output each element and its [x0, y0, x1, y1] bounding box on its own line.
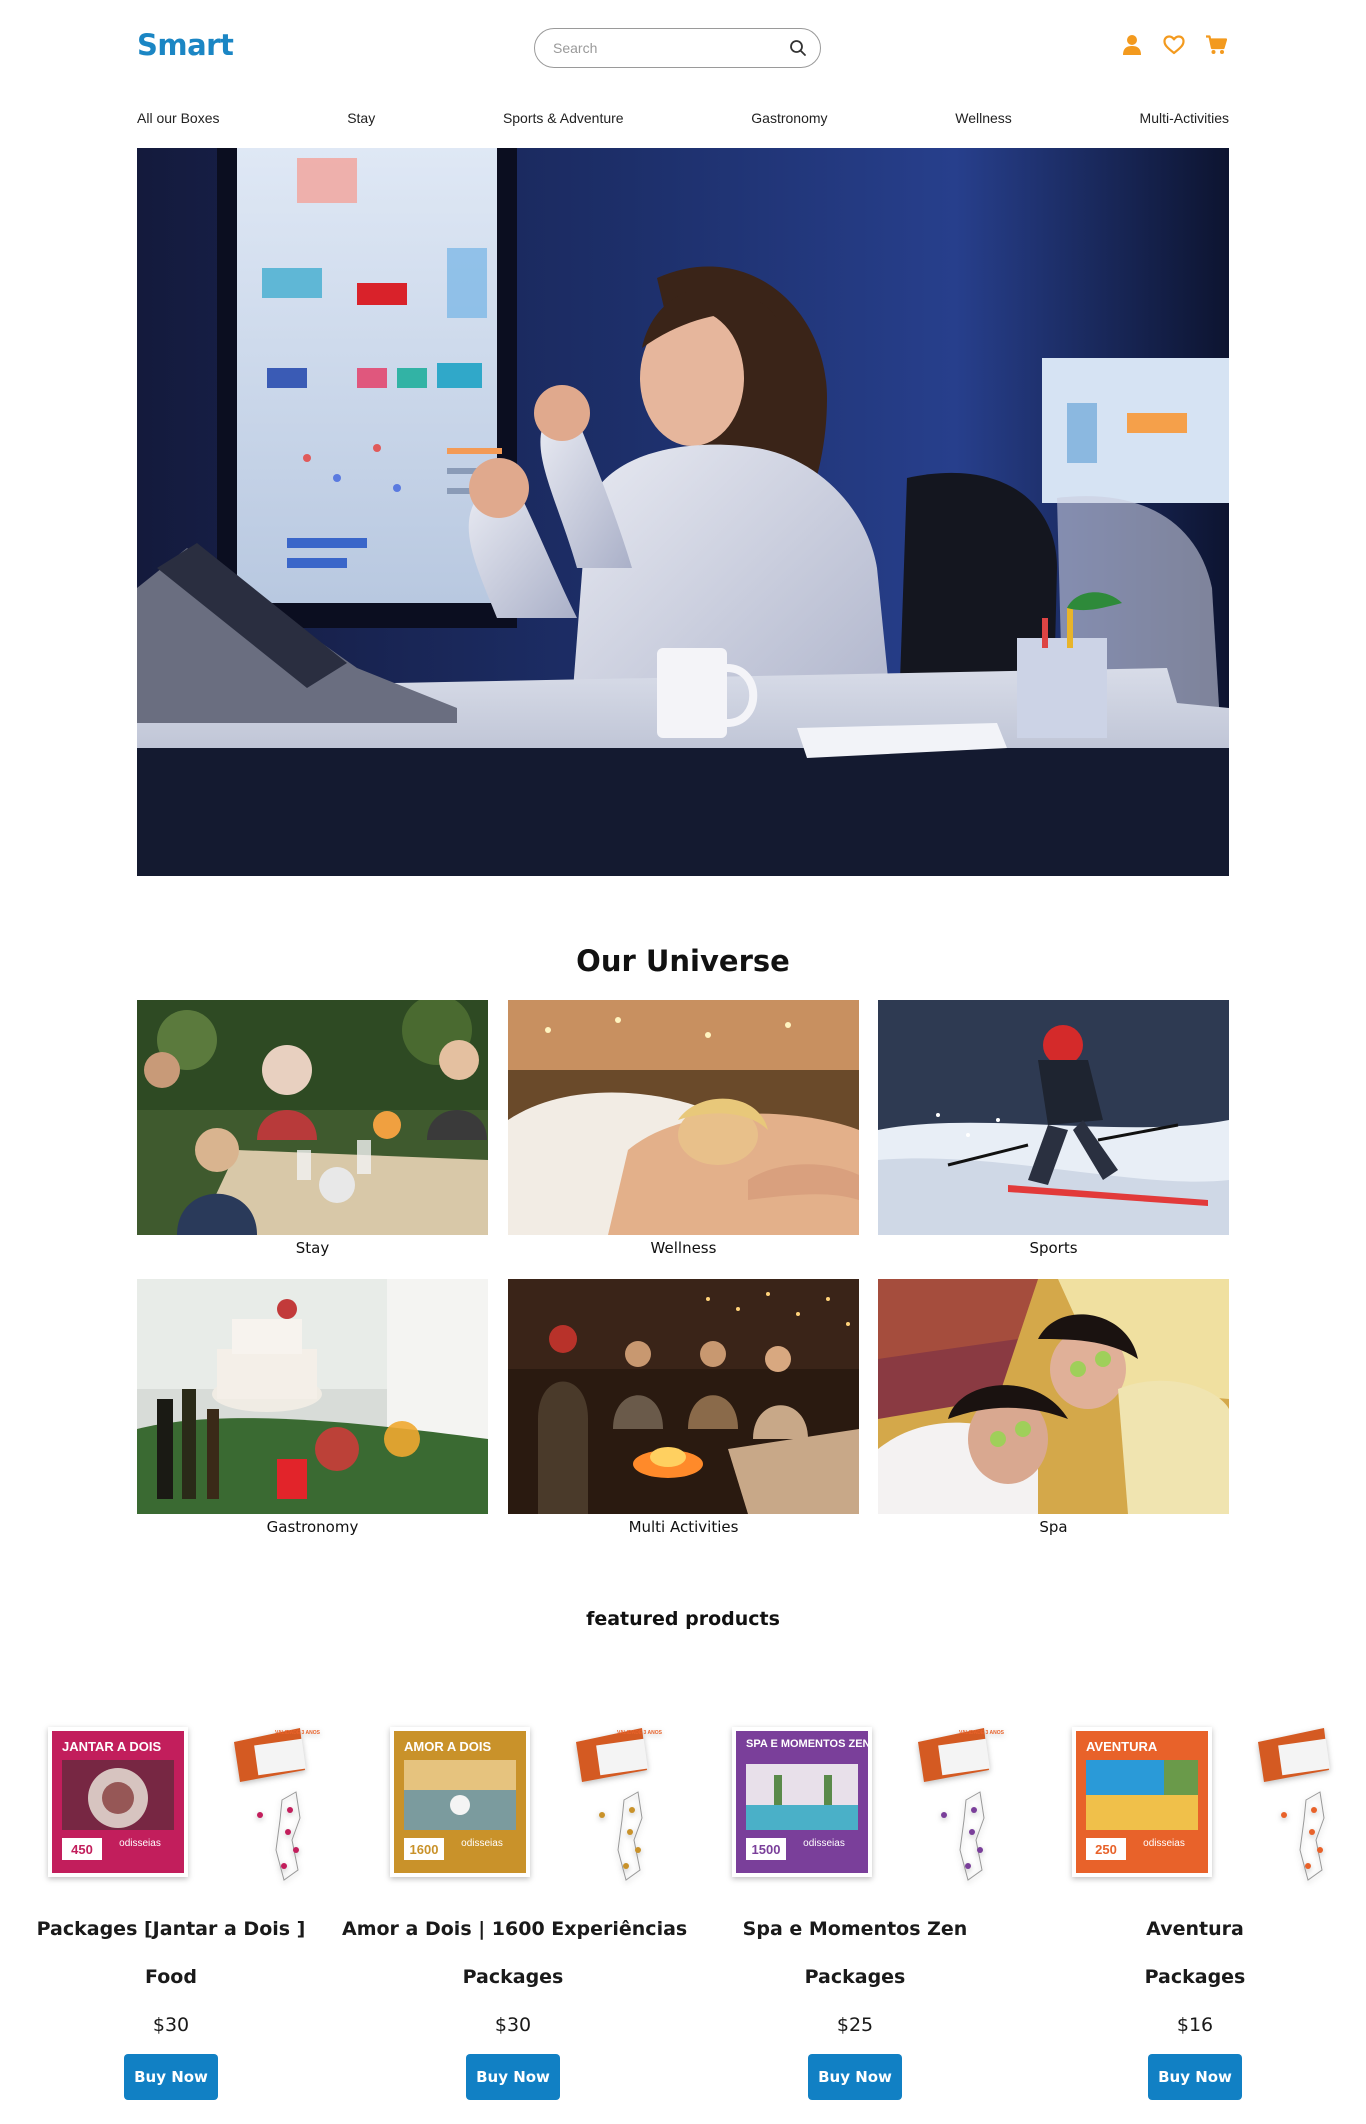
product-name[interactable]: Aventura: [1024, 1916, 1366, 1942]
search-icon[interactable]: [788, 38, 808, 58]
product-name[interactable]: Spa e Momentos Zen: [684, 1916, 1026, 1942]
product-card: SPA E MOMENTOS ZEN 1500 odisseias VALIDA…: [684, 1720, 1026, 2100]
box-title-text: AMOR A DOIS: [404, 1739, 491, 1754]
category-nav: All our Boxes Stay Sports & Adventure Ga…: [137, 108, 1229, 128]
tile-label: Sports: [1029, 1239, 1078, 1257]
logo[interactable]: Smart: [137, 28, 234, 62]
box-count-text: 1600: [410, 1842, 439, 1857]
product-price: $16: [1176, 2014, 1214, 2036]
nav-item-multi-activities[interactable]: Multi-Activities: [1140, 110, 1229, 126]
buy-now-button[interactable]: Buy Now: [1148, 2054, 1242, 2100]
search-bar: [534, 28, 821, 68]
heart-icon[interactable]: [1161, 32, 1187, 58]
nav-item-wellness[interactable]: Wellness: [955, 110, 1012, 126]
universe-title: Our Universe: [576, 944, 790, 978]
buy-now-button[interactable]: Buy Now: [124, 2054, 218, 2100]
box-brand-text: odisseias: [461, 1838, 503, 1849]
box-title-text: JANTAR A DOIS: [62, 1739, 162, 1754]
nav-item-gastronomy[interactable]: Gastronomy: [751, 110, 827, 126]
product-card: AVENTURA 250 odisseias Aventura Packages…: [1024, 1720, 1366, 2100]
universe-tile-spa[interactable]: Spa: [878, 1279, 1229, 1537]
box-title-text: SPA E MOMENTOS ZEN: [746, 1738, 871, 1750]
universe-tile-sports[interactable]: Sports: [878, 1000, 1229, 1258]
box-count-text: 250: [1095, 1842, 1117, 1857]
product-image[interactable]: AVENTURA 250 odisseias: [1024, 1720, 1366, 1890]
box-badge-text: VALIDADE 3 ANOS: [959, 1730, 1005, 1736]
tile-label: Wellness: [650, 1239, 717, 1257]
universe-tile-gastronomy[interactable]: Gastronomy: [137, 1279, 488, 1537]
box-badge-text: VALIDADE 3 ANOS: [617, 1730, 663, 1736]
product-price: $30: [152, 2014, 190, 2036]
sports-image: [878, 1000, 1229, 1235]
product-image[interactable]: JANTAR A DOIS 450 odisseias VALIDADE 3 A…: [0, 1720, 342, 1890]
product-price: $25: [836, 2014, 874, 2036]
header: Smart: [137, 24, 1229, 68]
product-category: Food: [145, 1966, 197, 1988]
box-title-text: AVENTURA: [1086, 1739, 1158, 1754]
box-count-text: 1500: [752, 1842, 781, 1857]
cart-icon[interactable]: [1203, 32, 1229, 58]
product-card: JANTAR A DOIS 450 odisseias VALIDADE 3 A…: [0, 1720, 342, 2100]
product-price: $30: [494, 2014, 532, 2036]
nav-item-sports-adventure[interactable]: Sports & Adventure: [503, 110, 624, 126]
product-image[interactable]: SPA E MOMENTOS ZEN 1500 odisseias VALIDA…: [684, 1720, 1026, 1890]
buy-now-button[interactable]: Buy Now: [808, 2054, 902, 2100]
box-badge-text: VALIDADE 3 ANOS: [275, 1730, 321, 1736]
nav-item-all-our-boxes[interactable]: All our Boxes: [137, 110, 219, 126]
product-name[interactable]: Amor a Dois | 1600 Experiências: [342, 1916, 687, 1942]
nav-item-stay[interactable]: Stay: [347, 110, 375, 126]
user-icon[interactable]: [1119, 32, 1145, 58]
spa-image: [878, 1279, 1229, 1514]
tile-label: Spa: [1039, 1518, 1068, 1536]
featured-title: featured products: [586, 1608, 780, 1630]
product-image[interactable]: AMOR A DOIS 1600 odisseias VALIDADE 3 AN…: [342, 1720, 684, 1890]
universe-tile-stay[interactable]: Stay: [137, 1000, 488, 1258]
gastronomy-image: [137, 1279, 488, 1514]
tile-label: Gastronomy: [266, 1518, 359, 1536]
box-brand-text: odisseias: [803, 1838, 845, 1849]
product-category: Packages: [804, 1966, 906, 1988]
universe-tile-multi-activities[interactable]: Multi Activities: [508, 1279, 859, 1537]
multi-activities-image: [508, 1279, 859, 1514]
box-brand-text: odisseias: [119, 1838, 161, 1849]
stay-image: [137, 1000, 488, 1235]
product-category: Packages: [462, 1966, 564, 1988]
universe-tile-wellness[interactable]: Wellness: [508, 1000, 859, 1258]
wellness-image: [508, 1000, 859, 1235]
buy-now-button[interactable]: Buy Now: [466, 2054, 560, 2100]
box-count-text: 450: [71, 1842, 93, 1857]
search-input[interactable]: [553, 38, 773, 58]
product-name[interactable]: Packages [Jantar a Dois ]: [0, 1916, 342, 1942]
header-actions: [1119, 32, 1229, 58]
product-card: AMOR A DOIS 1600 odisseias VALIDADE 3 AN…: [342, 1720, 687, 2100]
product-category: Packages: [1144, 1966, 1246, 1988]
box-brand-text: odisseias: [1143, 1838, 1185, 1849]
tile-label: Stay: [295, 1239, 330, 1257]
hero-image: [137, 148, 1229, 876]
tile-label: Multi Activities: [628, 1518, 739, 1536]
